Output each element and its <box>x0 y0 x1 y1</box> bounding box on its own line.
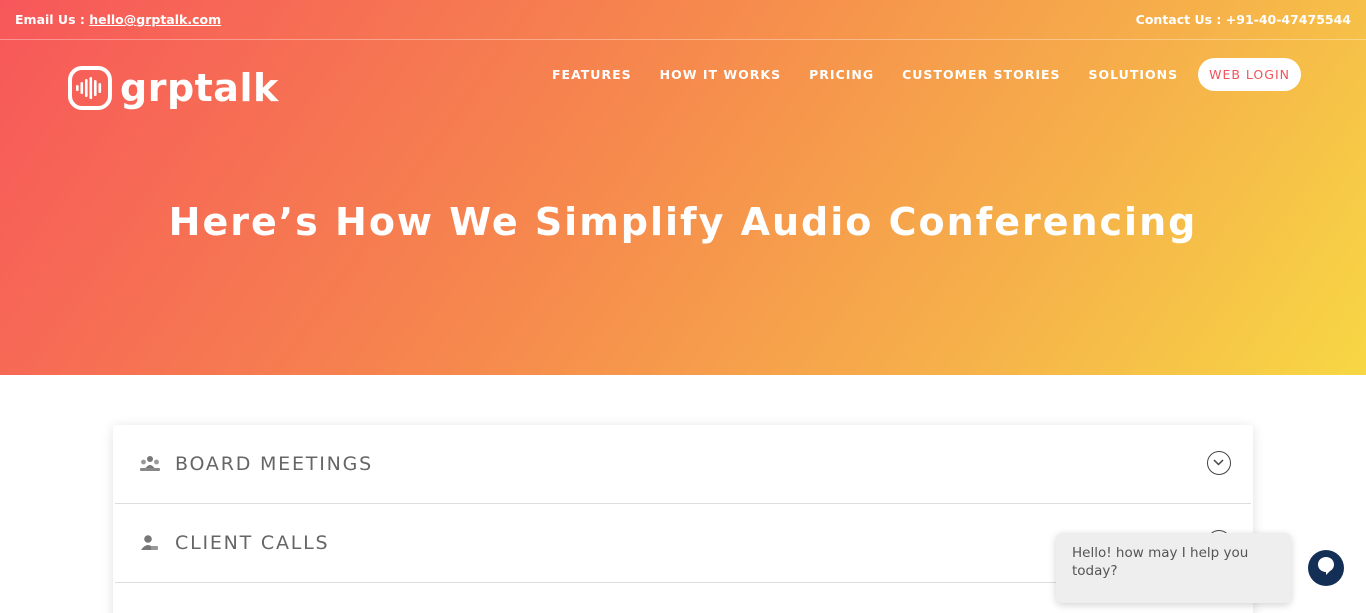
web-login-button[interactable]: WEB LOGIN <box>1198 58 1301 91</box>
chat-greeting-bubble[interactable]: Hello! how may I help you today? <box>1056 533 1291 603</box>
nav-solutions[interactable]: SOLUTIONS <box>1089 67 1179 82</box>
contact-phone: Contact Us : +91-40-47475544 <box>1135 12 1351 27</box>
email-prefix: Email Us : <box>15 12 90 27</box>
top-contact-bar: Email Us : hello@grptalk.com Contact Us … <box>0 0 1366 40</box>
meeting-group-icon <box>139 455 160 473</box>
chat-bubble-icon <box>1317 556 1335 580</box>
main-navigation: FEATURES HOW IT WORKS PRICING CUSTOMER S… <box>524 58 1301 91</box>
email-link[interactable]: hello@grptalk.com <box>89 12 221 27</box>
chevron-down-icon[interactable] <box>1207 451 1231 475</box>
nav-customer-stories[interactable]: CUSTOMER STORIES <box>902 67 1060 82</box>
nav-pricing[interactable]: PRICING <box>809 67 874 82</box>
page-title: Here’s How We Simplify Audio Conferencin… <box>168 200 1198 244</box>
client-person-icon <box>139 534 159 552</box>
nav-how-it-works[interactable]: HOW IT WORKS <box>660 67 782 82</box>
hero-banner: Email Us : hello@grptalk.com Contact Us … <box>0 0 1366 375</box>
nav-features[interactable]: FEATURES <box>552 67 632 82</box>
chat-launcher-button[interactable] <box>1308 550 1344 586</box>
logo-text: grptalk <box>120 66 279 110</box>
email-info: Email Us : hello@grptalk.com <box>15 12 221 27</box>
accordion-label: CLIENT CALLS <box>175 532 330 554</box>
grptalk-logo[interactable]: grptalk <box>68 66 279 110</box>
accordion-label: BOARD MEETINGS <box>175 453 373 475</box>
sound-wave-logo-icon <box>68 66 112 110</box>
accordion-item-board-meetings[interactable]: BOARD MEETINGS <box>115 425 1251 504</box>
